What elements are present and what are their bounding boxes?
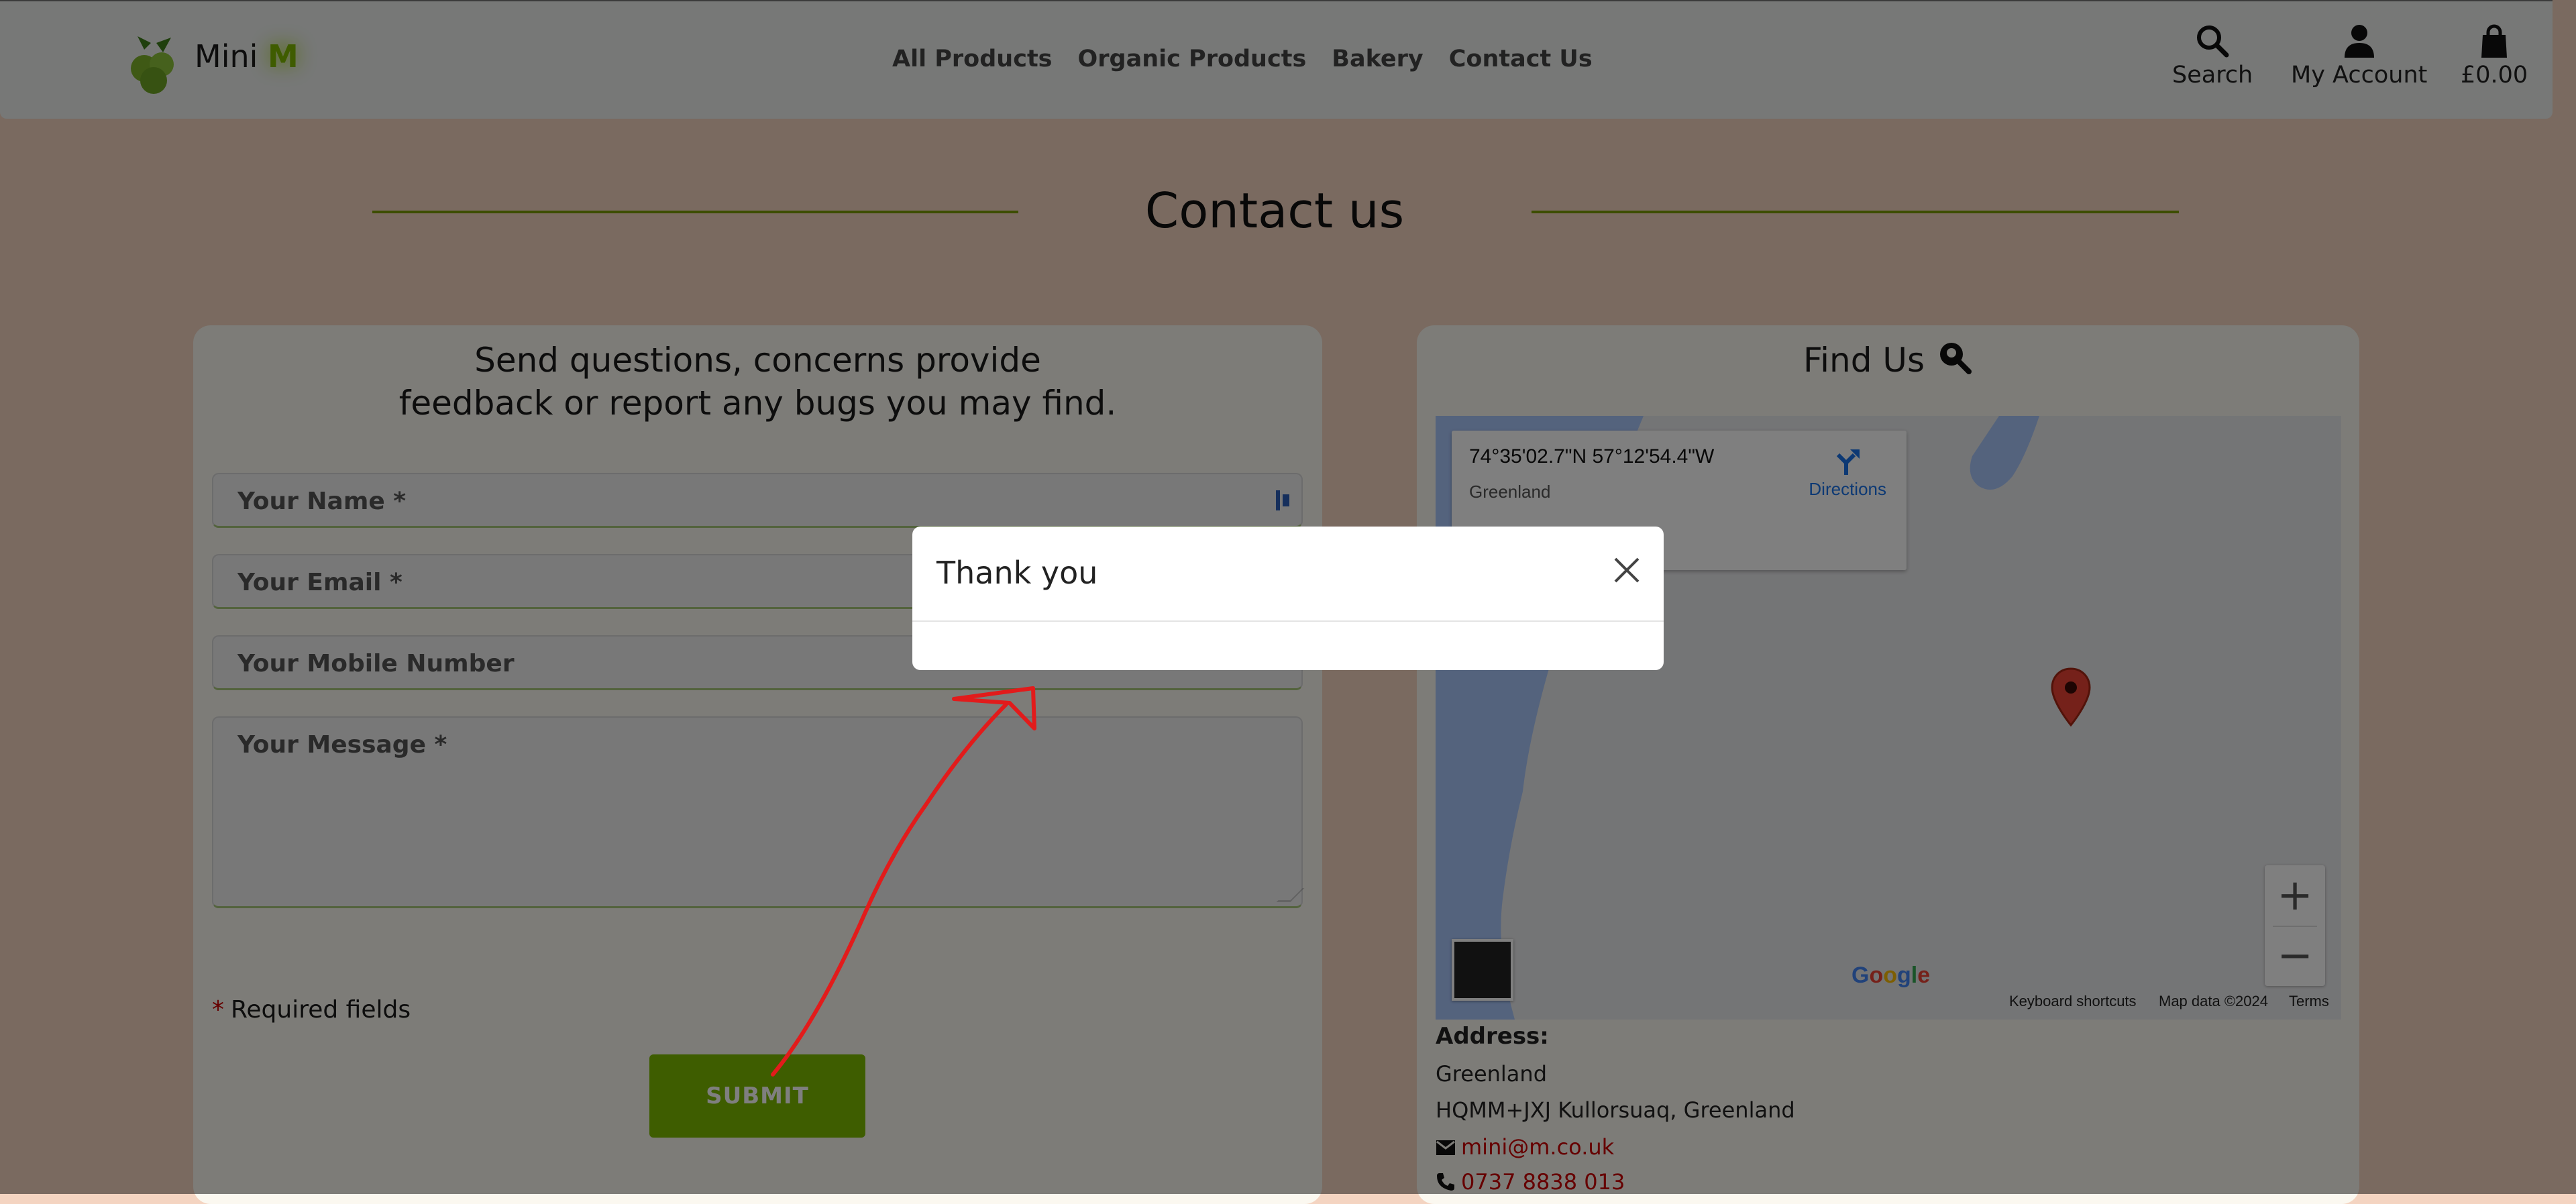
annotation-arrow (771, 686, 1036, 1077)
modal-title: Thank you (936, 555, 1098, 591)
modal-divider (912, 620, 1664, 622)
close-icon[interactable] (1610, 553, 1644, 587)
thank-you-modal: Thank you (912, 527, 1664, 670)
